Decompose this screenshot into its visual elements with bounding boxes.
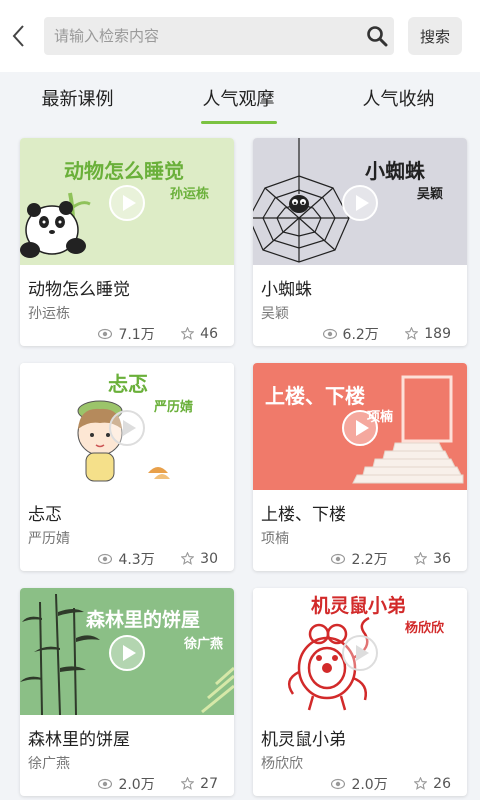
back-button[interactable] <box>6 18 34 54</box>
svg-text:上楼、下楼: 上楼、下楼 <box>265 384 365 408</box>
course-stats: 7.1万 46 <box>76 324 218 343</box>
star-icon <box>181 777 195 790</box>
course-stats: 2.0万 27 <box>76 774 218 793</box>
svg-text:杨欣欣: 杨欣欣 <box>405 620 445 636</box>
course-title: 忐忑 <box>28 505 62 525</box>
svg-text:机灵鼠小弟: 机灵鼠小弟 <box>311 594 406 617</box>
course-title: 动物怎么睡觉 <box>28 280 130 300</box>
search-icon[interactable] <box>366 25 388 47</box>
view-count: 2.0万 <box>98 774 155 794</box>
favorite-count: 27 <box>181 776 218 792</box>
course-author: 杨欣欣 <box>261 756 303 772</box>
course-title: 小蜘蛛 <box>261 280 312 300</box>
star-icon <box>405 327 419 340</box>
eye-icon <box>331 553 346 565</box>
star-icon <box>181 327 195 340</box>
course-title: 森林里的饼屋 <box>28 730 130 750</box>
view-count: 2.0万 <box>331 774 388 794</box>
chevron-left-icon <box>12 25 24 47</box>
course-author: 严历婧 <box>28 531 70 547</box>
play-icon[interactable] <box>108 634 146 672</box>
tab-latest[interactable]: 最新课例 <box>20 72 135 132</box>
eye-icon <box>98 778 113 790</box>
course-title: 上楼、下楼 <box>261 505 346 525</box>
eye-icon <box>331 778 346 790</box>
course-stats: 4.3万 30 <box>76 549 218 568</box>
svg-text:小蜘蛛: 小蜘蛛 <box>365 159 426 183</box>
eye-icon <box>98 328 113 340</box>
svg-text:忐忑: 忐忑 <box>108 372 148 396</box>
favorite-count: 30 <box>181 551 218 567</box>
course-thumbnail: 森林里的饼屋 徐广燕 <box>20 588 234 715</box>
svg-text:动物怎么睡觉: 动物怎么睡觉 <box>64 159 184 183</box>
course-card[interactable]: 动物怎么睡觉 孙运栋 动物怎么睡觉 孙运栋 7.1万 46 <box>20 138 234 346</box>
course-author: 徐广燕 <box>28 756 70 772</box>
course-card[interactable]: 小蜘蛛 吴颖 小蜘蛛 吴颖 6.2万 189 <box>253 138 467 346</box>
tab-popular-favorites[interactable]: 人气收纳 <box>341 72 456 132</box>
star-icon <box>414 552 428 565</box>
course-thumbnail: 上楼、下楼 项楠 <box>253 363 467 490</box>
course-card[interactable]: 机灵鼠小弟 杨欣欣 机灵鼠小弟 杨欣欣 2.0万 26 <box>253 588 467 796</box>
favorite-count: 26 <box>414 776 451 792</box>
view-count: 6.2万 <box>322 324 379 344</box>
view-count: 2.2万 <box>331 549 388 569</box>
tab-label: 人气观摩 <box>202 89 275 110</box>
eye-icon <box>322 328 337 340</box>
svg-text:徐广燕: 徐广燕 <box>183 636 223 652</box>
view-count: 4.3万 <box>98 549 155 569</box>
active-tab-indicator <box>200 121 277 124</box>
course-title: 机灵鼠小弟 <box>261 730 346 750</box>
search-input[interactable] <box>54 17 354 55</box>
course-thumbnail: 动物怎么睡觉 孙运栋 <box>20 138 234 265</box>
tab-popular-views[interactable]: 人气观摩 <box>181 72 296 132</box>
svg-text:森林里的饼屋: 森林里的饼屋 <box>86 608 200 631</box>
play-icon[interactable] <box>108 409 146 447</box>
course-author: 孙运栋 <box>28 306 70 322</box>
eye-icon <box>98 553 113 565</box>
course-card[interactable]: 上楼、下楼 项楠 上楼、下楼 项楠 2.2万 36 <box>253 363 467 571</box>
star-icon <box>414 777 428 790</box>
play-icon[interactable] <box>108 184 146 222</box>
search-box[interactable] <box>44 17 394 55</box>
favorite-count: 46 <box>181 326 218 342</box>
play-icon[interactable] <box>341 634 379 672</box>
play-icon[interactable] <box>341 184 379 222</box>
play-icon[interactable] <box>341 409 379 447</box>
course-thumbnail: 机灵鼠小弟 杨欣欣 <box>253 588 467 715</box>
course-author: 项楠 <box>261 531 289 547</box>
course-stats: 2.2万 36 <box>309 549 451 568</box>
favorite-count: 36 <box>414 551 451 567</box>
view-count: 7.1万 <box>98 324 155 344</box>
svg-text:吴颖: 吴颖 <box>417 186 443 202</box>
course-stats: 2.0万 26 <box>309 774 451 793</box>
course-stats: 6.2万 189 <box>301 324 451 343</box>
course-author: 吴颖 <box>261 306 289 322</box>
svg-text:孙运栋: 孙运栋 <box>170 186 209 202</box>
course-card[interactable]: 森林里的饼屋 徐广燕 森林里的饼屋 徐广燕 2.0万 27 <box>20 588 234 796</box>
header-bar: 搜索 <box>0 0 480 72</box>
star-icon <box>181 552 195 565</box>
favorite-count: 189 <box>405 326 451 342</box>
tab-bar: 最新课例 人气观摩 人气收纳 <box>0 72 480 132</box>
search-button[interactable]: 搜索 <box>408 17 462 55</box>
course-card[interactable]: 忐忑 严历婧 忐忑 严历婧 4.3万 30 <box>20 363 234 571</box>
course-thumbnail: 忐忑 严历婧 <box>20 363 234 490</box>
svg-text:严历婧: 严历婧 <box>153 399 193 415</box>
course-thumbnail: 小蜘蛛 吴颖 <box>253 138 467 265</box>
